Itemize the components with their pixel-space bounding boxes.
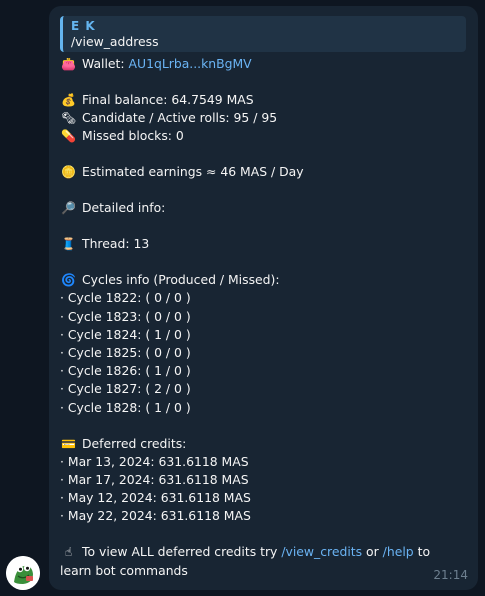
earnings-line: 🪙 Estimated earnings ≈ 46 MAS / Day (60, 163, 466, 181)
credit-item: · May 22, 2024: 631.6118 MAS (60, 508, 251, 524)
reply-author: E K (71, 19, 96, 33)
wallet-address-link[interactable]: AU1qLrba...knBgMV (129, 56, 252, 71)
coin-icon: 🪙 (61, 165, 76, 180)
view-credits-link[interactable]: /view_credits (281, 544, 362, 559)
footer-prefix: To view ALL deferred credits try (82, 544, 282, 560)
thread-text: Thread: 13 (82, 236, 150, 252)
message-bubble[interactable]: E K /view_address 👛 Wallet: AU1qLrba...kn… (49, 6, 478, 590)
credit-item: · Mar 13, 2024: 631.6118 MAS (60, 453, 249, 469)
detailed-text: Detailed info: (82, 200, 166, 216)
message-time: 21:14 (433, 567, 468, 582)
credit-item: · Mar 17, 2024: 631.6118 MAS (60, 471, 249, 487)
magnifier-icon: 🔎 (61, 201, 76, 216)
earnings-text: Estimated earnings ≈ 46 MAS / Day (82, 164, 304, 180)
wallet-line: 👛 Wallet: AU1qLrba...knBgMV (60, 55, 466, 73)
rolls-line: 🗞 Candidate / Active rolls: 95 / 95 (60, 109, 466, 127)
help-link[interactable]: /help (383, 544, 414, 559)
pill-icon: 💊 (61, 129, 76, 144)
balance-text: Final balance: 64.7549 MAS (82, 91, 254, 107)
frog-avatar-icon (6, 556, 40, 590)
balance-line: 💰 Final balance: 64.7549 MAS (60, 91, 466, 109)
newspaper-roll-icon: 🗞 (60, 111, 77, 126)
purse-icon: 👛 (61, 57, 76, 71)
money-bag-icon: 💰 (61, 92, 76, 107)
footer-text: ☝ To view ALL deferred credits try /view_… (60, 543, 460, 579)
thread-line: 🧵 Thread: 13 (60, 235, 466, 253)
thread-spool-icon: 🧵 (61, 237, 76, 252)
cycle-item: · Cycle 1825: ( 0 / 0 ) (60, 345, 191, 361)
wallet-label: Wallet: (82, 56, 129, 71)
cycle-item: · Cycle 1828: ( 1 / 0 ) (60, 399, 191, 415)
chat-background: E K /view_address 👛 Wallet: AU1qLrba...kn… (0, 0, 485, 596)
bot-avatar[interactable] (6, 556, 40, 590)
missed-text: Missed blocks: 0 (82, 128, 184, 144)
credit-item: · May 12, 2024: 631.6118 MAS (60, 490, 251, 506)
credits-title: Deferred credits: (82, 435, 187, 451)
reply-quote[interactable]: E K /view_address (60, 16, 466, 52)
footer-middle: or (362, 544, 383, 560)
cycles-title: Cycles info (Produced / Missed): (82, 272, 280, 288)
detailed-line: 🔎 Detailed info: (60, 199, 466, 217)
cycle-item: · Cycle 1824: ( 1 / 0 ) (60, 326, 191, 342)
cycle-item: · Cycle 1826: ( 1 / 0 ) (60, 363, 191, 379)
cyclone-icon: 🌀 (61, 273, 76, 288)
credit-card-icon: 💳 (61, 436, 76, 451)
missed-line: 💊 Missed blocks: 0 (60, 127, 466, 145)
cycles-title-line: 🌀 Cycles info (Produced / Missed): (60, 271, 466, 289)
pointing-up-icon: ☝ (64, 545, 73, 560)
reply-text: /view_address (71, 34, 159, 49)
rolls-text: Candidate / Active rolls: 95 / 95 (82, 110, 278, 126)
cycle-item: · Cycle 1827: ( 2 / 0 ) (60, 381, 191, 397)
cycle-item: · Cycle 1823: ( 0 / 0 ) (60, 308, 191, 324)
cycle-item: · Cycle 1822: ( 0 / 0 ) (60, 290, 191, 306)
credits-title-line: 💳 Deferred credits: (60, 435, 466, 453)
